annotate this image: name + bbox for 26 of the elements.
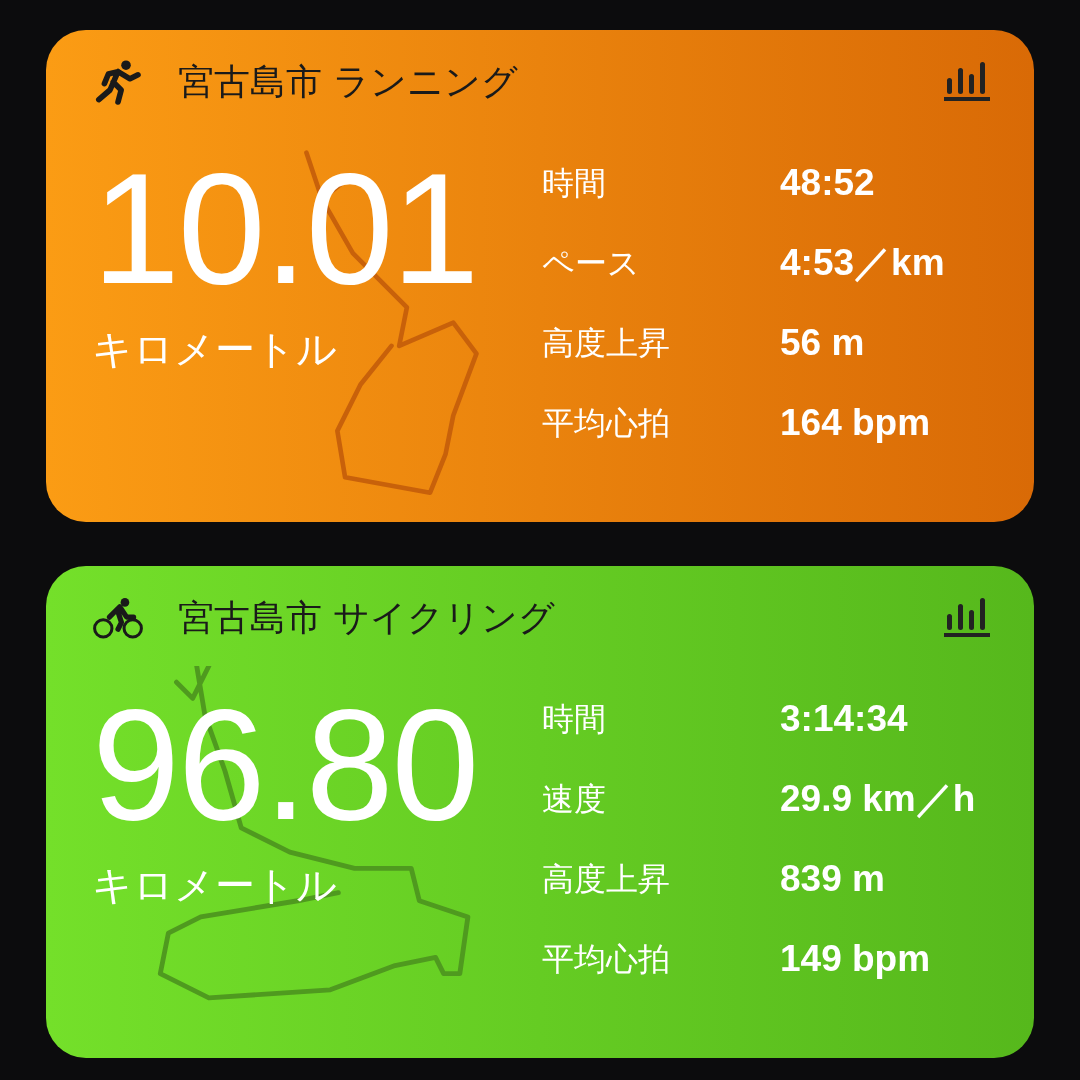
stat-label: 平均心拍 [542, 403, 671, 444]
workout-card[interactable]: 宮古島市 ランニング 10.01 キロメートル 時間 48:52 ペース 4:53／km 高度上昇 56 m 平均心拍 164 bpm [46, 30, 1034, 522]
stat-label: 平均心拍 [542, 939, 671, 980]
bar-chart-icon[interactable] [944, 598, 990, 638]
stat-value: 48:52 [780, 161, 876, 205]
stat-label: 時間 [542, 163, 607, 204]
workout-card[interactable]: 宮古島市 サイクリング 96.80 キロメートル 時間 3:14:34 速度 29.9 km／h 高度上昇 839 m 平均心拍 149 bpm [46, 566, 1034, 1058]
distance-value: 96.80 [92, 694, 479, 834]
stat-value: 839 m [780, 857, 886, 901]
stat-label: ペース [542, 243, 641, 284]
stat-value: 149 bpm [780, 937, 932, 981]
stat-label: 高度上昇 [542, 323, 671, 364]
workout-title: 宮古島市 サイクリング [178, 595, 556, 640]
distance-value: 10.01 [92, 158, 479, 298]
stat-value: 164 bpm [780, 401, 932, 445]
bar-chart-icon[interactable] [944, 62, 990, 102]
stat-value: 3:14:34 [780, 697, 909, 741]
stat-label: 時間 [542, 699, 607, 740]
workout-title: 宮古島市 ランニング [178, 59, 519, 104]
stat-value: 4:53／km [780, 241, 945, 285]
stat-value: 29.9 km／h [780, 777, 976, 821]
stat-label: 高度上昇 [542, 859, 671, 900]
stat-label: 速度 [542, 779, 607, 820]
distance-unit: キロメートル [92, 861, 338, 910]
distance-unit: キロメートル [92, 325, 338, 374]
stat-value: 56 m [780, 321, 866, 365]
